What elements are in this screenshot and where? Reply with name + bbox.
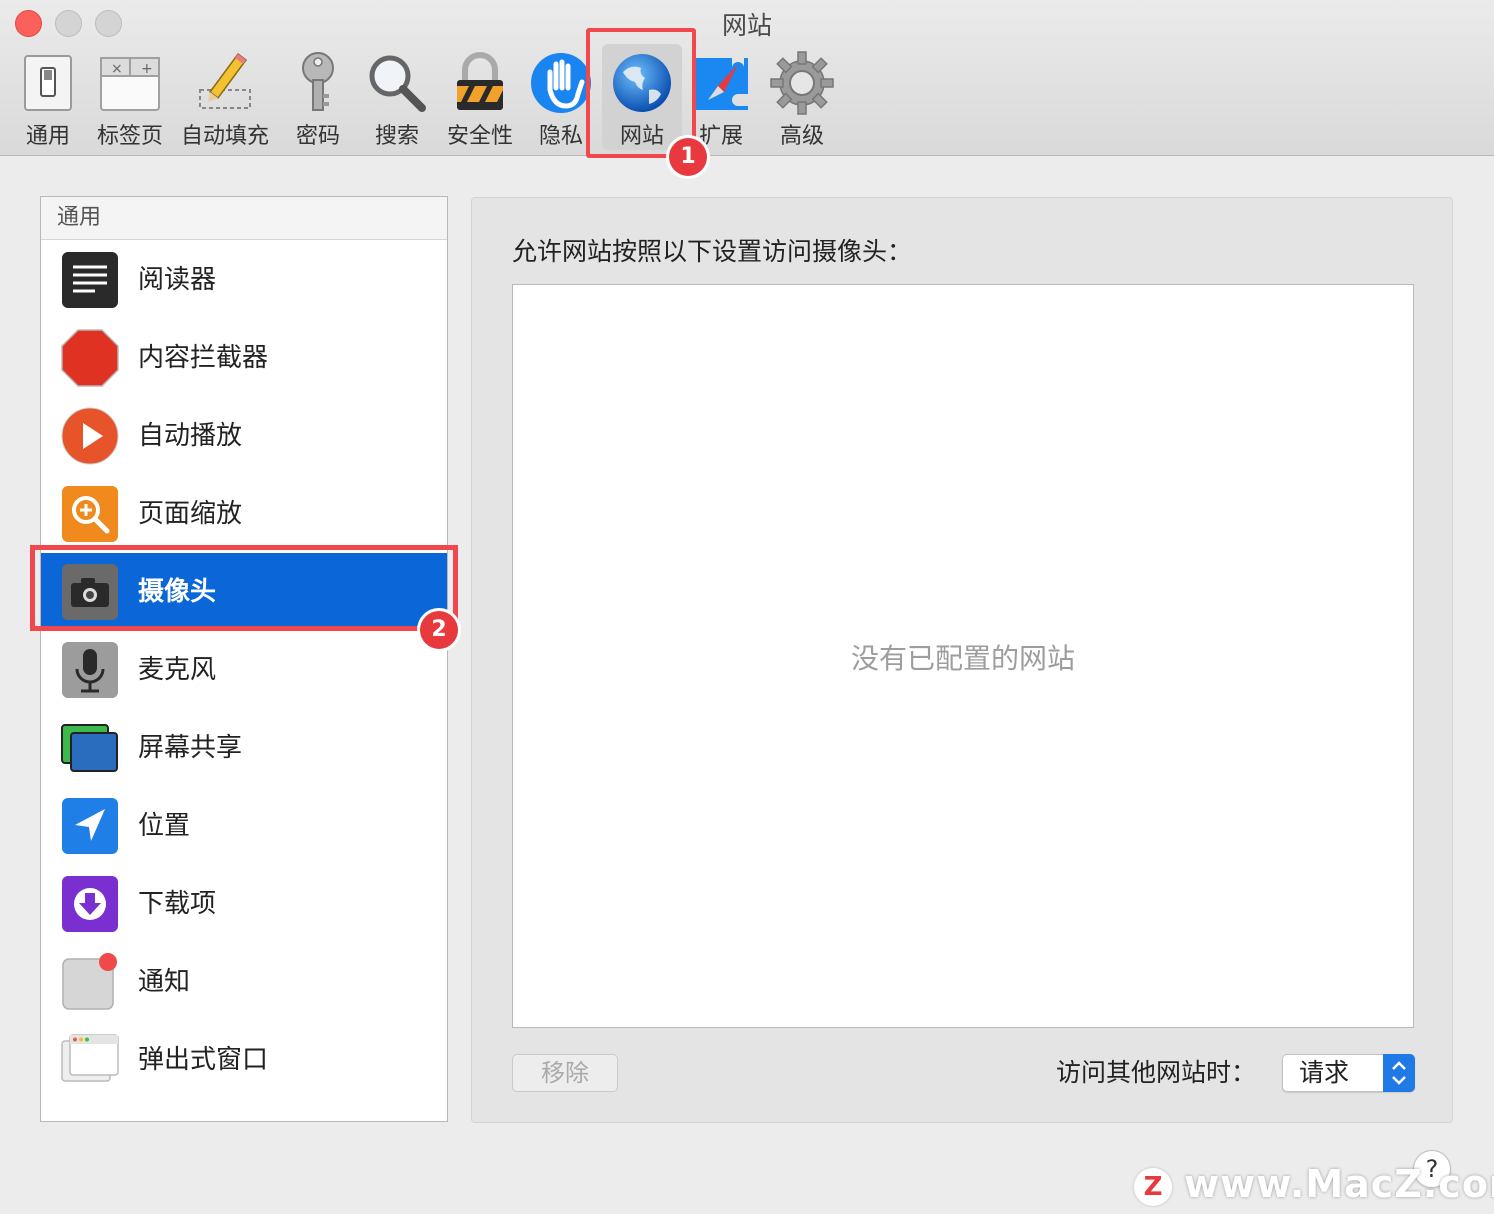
- reader-icon: [62, 252, 118, 308]
- preferences-toolbar: 网站 通用 × + 标签页 自动填充 密码 搜索 安全性 隐私 网站 扩展 高级: [0, 0, 1494, 158]
- other-sites-label: 访问其他网站时：: [1055, 1058, 1256, 1087]
- sidebar-item-microphone[interactable]: 麦克风: [41, 631, 447, 709]
- sidebar-item-label: 阅读器: [138, 265, 217, 295]
- sidebar-item-content-blockers[interactable]: 内容拦截器: [41, 319, 447, 397]
- sidebar-item-downloads[interactable]: 下载项: [41, 865, 447, 943]
- svg-text:×: ×: [111, 61, 123, 77]
- toolbar-tab-autofill[interactable]: 自动填充: [176, 48, 274, 152]
- download-icon: [62, 876, 118, 932]
- location-arrow-icon: [62, 798, 118, 854]
- tabs-icon: × +: [100, 57, 160, 111]
- annotation-highlight-websites: [586, 28, 696, 158]
- screen-share-icon: [61, 724, 118, 772]
- chevron-up-down-icon: [1383, 1054, 1415, 1092]
- zoom-icon: [62, 486, 118, 542]
- sidebar-item-label: 内容拦截器: [138, 343, 269, 373]
- toolbar-label: 标签页: [96, 124, 163, 149]
- annotation-badge-1: 1: [669, 138, 707, 176]
- toolbar-label: 高级: [779, 124, 824, 149]
- toolbar-label: 通用: [25, 124, 70, 149]
- toolbar-label: 搜索: [374, 124, 419, 149]
- play-icon: [61, 407, 119, 465]
- annotation-highlight-camera: [30, 545, 458, 631]
- sidebar-item-label: 弹出式窗口: [138, 1045, 269, 1075]
- sidebar-item-label: 屏幕共享: [138, 733, 243, 763]
- toolbar-tab-tabs[interactable]: × + 标签页: [89, 48, 171, 152]
- stop-sign-icon: [61, 329, 119, 387]
- toolbar-tab-general[interactable]: 通用: [8, 48, 88, 152]
- sidebar-item-page-zoom[interactable]: 页面缩放: [41, 475, 447, 553]
- padlock-icon: [457, 52, 503, 110]
- window-title: 网站: [721, 11, 772, 40]
- watermark-text: www.MacZ.com: [1184, 1162, 1494, 1206]
- gear-icon: [770, 51, 834, 115]
- sidebar-item-label: 位置: [138, 811, 191, 841]
- toolbar-label: 安全性: [446, 124, 513, 149]
- camera-settings-panel: 允许网站按照以下设置访问摄像头： 没有已配置的网站 移除 访问其他网站时： 请求: [471, 197, 1453, 1123]
- panel-heading: 允许网站按照以下设置访问摄像头：: [512, 237, 913, 266]
- notification-icon: [62, 953, 117, 1010]
- other-sites-select[interactable]: 请求: [1282, 1054, 1415, 1092]
- empty-list-message: 没有已配置的网站: [850, 642, 1075, 675]
- annotation-badge-2: 2: [420, 611, 458, 649]
- sidebar-item-location[interactable]: 位置: [41, 787, 447, 865]
- pencil-icon: [199, 52, 251, 109]
- toolbar-tab-security[interactable]: 安全性: [440, 48, 520, 152]
- hand-icon: [531, 53, 591, 113]
- sidebar-list: 通用 阅读器 内容拦截器 自动播放 页面缩放 摄像头 麦克风 屏幕共享 位置 下…: [40, 196, 448, 1122]
- switch-icon: [24, 55, 72, 111]
- toolbar-label: 密码: [295, 124, 340, 149]
- microphone-icon: [62, 642, 118, 698]
- sidebar-item-label: 自动播放: [138, 421, 243, 451]
- magnifier-icon: [369, 55, 426, 112]
- sidebar-item-autoplay[interactable]: 自动播放: [41, 397, 447, 475]
- sidebar-header: 通用: [41, 197, 447, 240]
- sidebar-item-label: 页面缩放: [138, 499, 243, 529]
- svg-text:+: +: [141, 61, 153, 77]
- toolbar-tab-extensions[interactable]: 扩展: [686, 48, 756, 152]
- watermark-logo: Z: [1134, 1168, 1172, 1206]
- remove-button[interactable]: 移除: [512, 1054, 618, 1092]
- sidebar-item-label: 麦克风: [138, 655, 217, 685]
- sidebar-item-reader[interactable]: 阅读器: [41, 241, 447, 319]
- toolbar-tab-passwords[interactable]: 密码: [280, 48, 356, 152]
- configured-websites-list[interactable]: 没有已配置的网站: [512, 284, 1414, 1028]
- sidebar-item-label: 下载项: [138, 889, 217, 919]
- puzzle-compass-icon: [696, 58, 748, 110]
- toolbar-tab-search[interactable]: 搜索: [358, 48, 436, 152]
- sidebar-item-screen-sharing[interactable]: 屏幕共享: [41, 709, 447, 787]
- toolbar-label: 自动填充: [180, 124, 269, 149]
- popup-window-icon: [61, 1034, 119, 1082]
- sidebar-item-popup-windows[interactable]: 弹出式窗口: [41, 1021, 447, 1099]
- key-icon: [302, 52, 334, 111]
- sidebar-item-notifications[interactable]: 通知: [41, 943, 447, 1021]
- sidebar-item-label: 通知: [138, 967, 191, 997]
- other-sites-value: 请求: [1299, 1058, 1350, 1087]
- toolbar-tab-advanced[interactable]: 高级: [764, 48, 840, 152]
